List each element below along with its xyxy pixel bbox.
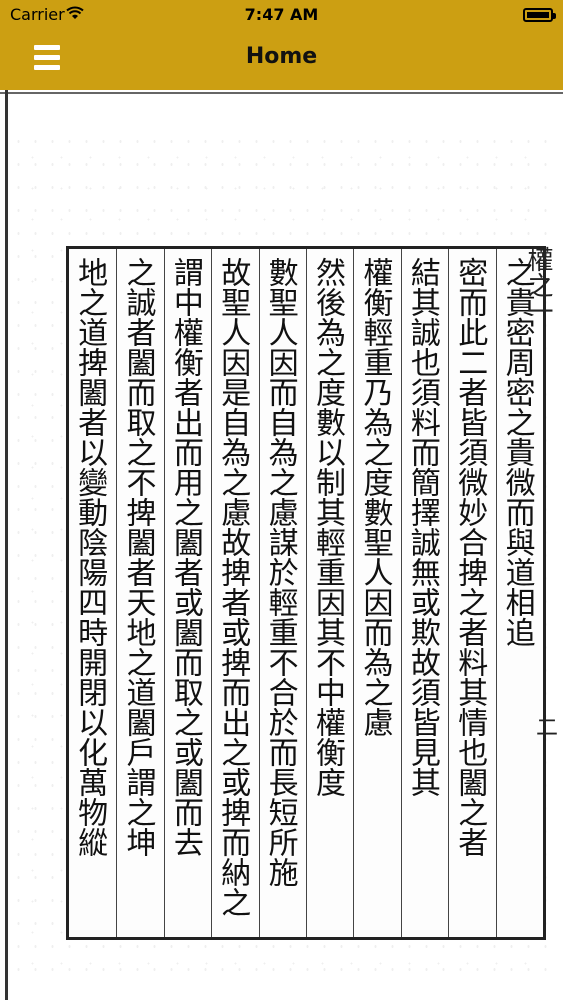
page-title: Home bbox=[245, 44, 318, 69]
page-top-edge bbox=[0, 92, 563, 94]
text-column-content: 之誠者闔而取之不捭闔者天地之道闔戶謂之坤 bbox=[120, 257, 156, 857]
margin-mark: 二 bbox=[536, 716, 559, 741]
text-column-content: 權衡輕重乃為之度數聖人因而為之慮 bbox=[357, 257, 393, 737]
text-column-content: 地之道捭闔者以變動陰陽四時開閉以化萬物縱 bbox=[72, 257, 108, 857]
text-column-content: 密而此二者皆須微妙合捭之者料其情也闔之者 bbox=[452, 257, 488, 857]
text-column-content: 然後為之度數以制其輕重因其不中權衡度 bbox=[310, 257, 346, 797]
text-column: 權衡輕重乃為之度數聖人因而為之慮 bbox=[353, 249, 400, 937]
text-column: 密而此二者皆須微妙合捭之者料其情也闔之者 bbox=[448, 249, 495, 937]
text-column-content: 故聖人因是自為之慮故捭者或捭而出之或捭而納之 bbox=[215, 257, 251, 917]
text-column: 然後為之度數以制其輕重因其不中權衡度 bbox=[306, 249, 353, 937]
text-column: 結其誠也須料而簡擇誠無或欺故須皆見其 bbox=[400, 249, 448, 937]
text-column-content: 結其誠也須料而簡擇誠無或欺故須皆見其 bbox=[404, 257, 440, 797]
app-header: Carrier 7:47 AM Home bbox=[0, 0, 563, 90]
navigation-bar: Home bbox=[0, 30, 563, 90]
clock: 7:47 AM bbox=[244, 5, 319, 24]
text-column: 數聖人因而自為之慮謀於輕重不合於而長短所施 bbox=[258, 249, 306, 937]
text-column: 之誠者闔而取之不捭闔者天地之道闔戶謂之坤 bbox=[116, 249, 163, 937]
text-column: 地之道捭闔者以變動陰陽四時開閉以化萬物縱 bbox=[69, 249, 116, 937]
text-frame: 之貴密周密之貴微而與道相追 密而此二者皆須微妙合捭之者料其情也闔之者 結其誠也須料而… bbox=[66, 246, 546, 940]
battery-icon bbox=[523, 8, 556, 22]
margin-label: 權之一 bbox=[523, 246, 553, 324]
text-column-content: 數聖人因而自為之慮謀於輕重不合於而長短所施 bbox=[262, 257, 298, 887]
text-column-content: 謂中權衡者出而用之闔者或闔而取之或闔而去 bbox=[167, 257, 203, 857]
scanned-page-viewer[interactable]: 之貴密周密之貴微而與道相追 密而此二者皆須微妙合捭之者料其情也闔之者 結其誠也須料而… bbox=[0, 90, 563, 1000]
text-columns: 之貴密周密之貴微而與道相追 密而此二者皆須微妙合捭之者料其情也闔之者 結其誠也須料而… bbox=[69, 249, 543, 937]
text-column: 之貴密周密之貴微而與道相追 bbox=[495, 249, 543, 937]
text-column: 故聖人因是自為之慮故捭者或捭而出之或捭而納之 bbox=[211, 249, 258, 937]
status-bar: Carrier 7:47 AM bbox=[0, 0, 563, 30]
page-binding-edge bbox=[5, 90, 8, 1000]
text-column: 謂中權衡者出而用之闔者或闔而取之或闔而去 bbox=[163, 249, 211, 937]
